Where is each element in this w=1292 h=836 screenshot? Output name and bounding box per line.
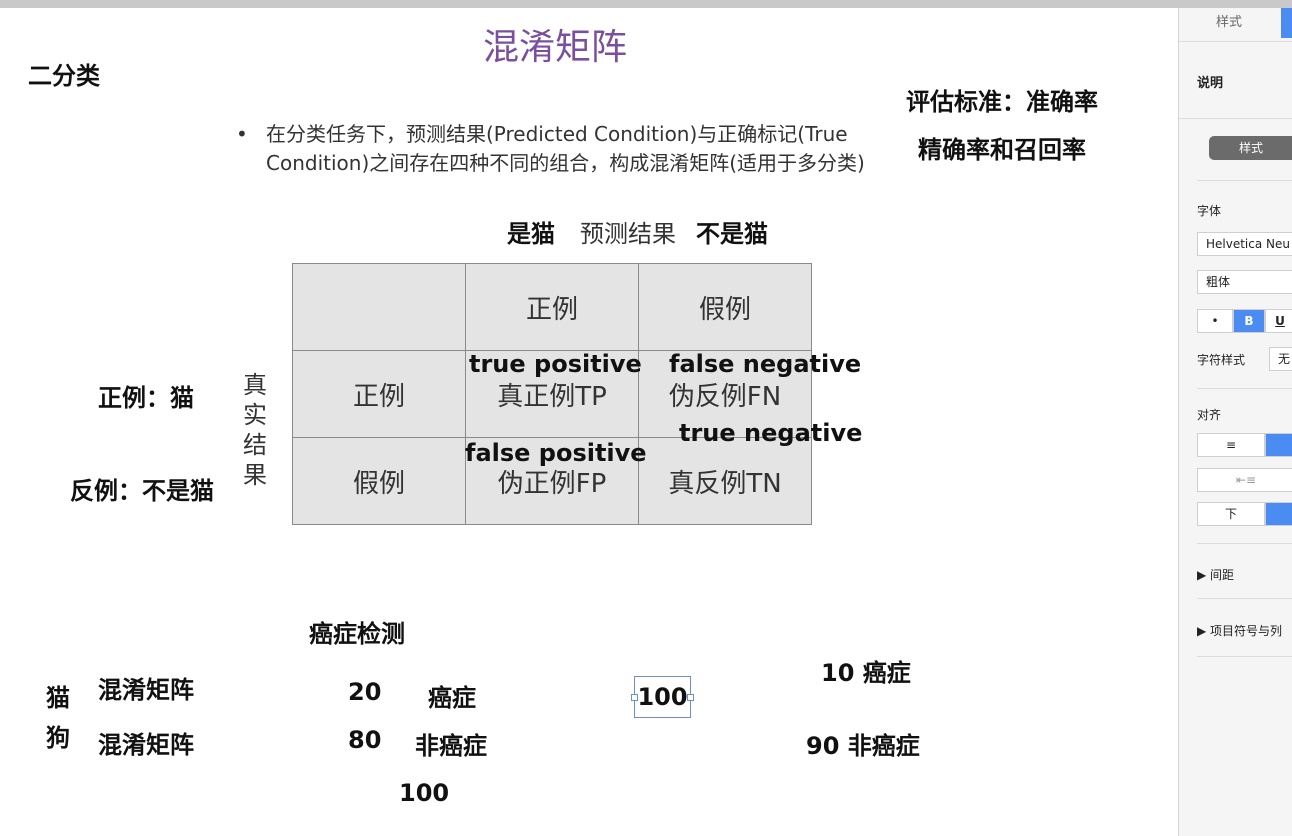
tp-english-label: true positive [469,350,642,378]
bold-toggle[interactable]: B [1233,309,1265,333]
font-section-label: 字体 [1197,204,1222,218]
row-header-negative: 假例 [292,437,466,525]
tab-text-active[interactable] [1281,8,1292,38]
positive-cat-label: 正例：猫 [98,384,194,412]
tab-style[interactable]: 样式 [1179,8,1279,38]
cat-label: 猫 [46,684,70,712]
cancer-label: 癌症 [428,684,476,712]
bullet-paragraph: • 在分类任务下，预测结果(Predicted Condition)与正确标记(… [236,120,886,178]
row-header-positive: 正例 [292,350,466,438]
valign-bottom-button[interactable]: 下 [1197,502,1265,526]
col-header-negative: 假例 [638,263,812,351]
align-left-button[interactable]: ≡ [1197,433,1265,457]
non-cancer-label: 非癌症 [415,732,487,760]
selected-text-value[interactable]: 100 [637,683,687,711]
divider [1197,180,1292,181]
truth-char: 实 [243,401,267,429]
count-80: 80 [348,726,382,754]
pred-yes-label: 是猫 [507,220,555,248]
underline-toggle[interactable]: U [1265,309,1292,333]
truth-char: 结 [243,431,267,459]
spacing-disclosure[interactable]: ▶ 间距 [1197,566,1234,583]
resize-handle-right[interactable] [687,694,694,701]
divider [1197,656,1292,657]
font-weight-select[interactable]: 粗体 [1197,270,1292,294]
inspector-panel: 样式 说明 样式 字体 Helvetica Neu 粗体 • B U 字符样式 … [1178,8,1292,836]
char-style-label: 字符样式 [1197,353,1246,367]
slide-title: 混淆矩阵 [482,27,627,68]
precision-recall-label: 精确率和召回率 [918,136,1086,164]
matrix-corner-cell [292,263,466,351]
cm-label-1: 混淆矩阵 [98,676,194,704]
cm-label-2: 混淆矩阵 [98,731,194,759]
fn-english-label: false negative [669,350,862,378]
negative-not-cat-label: 反例：不是猫 [70,477,214,505]
decrease-indent-button[interactable]: ⇤≡ [1197,468,1292,492]
fp-english-label: false positive [465,439,647,467]
truth-char: 果 [243,461,267,489]
binary-class-heading: 二分类 [28,62,100,90]
resize-handle-left[interactable] [631,694,638,701]
true-result-vertical-label: 真 实 结 果 [241,370,269,490]
char-style-select[interactable]: 无 [1269,347,1292,371]
cancer-10-label: 10 癌症 [821,659,911,687]
tn-english-label: true negative [679,419,863,447]
divider [1197,598,1292,599]
paragraph-style-button[interactable]: 样式 [1209,136,1292,160]
bullets-lists-disclosure[interactable]: ▶ 项目符号与列 [1197,622,1282,639]
col-header-positive: 正例 [465,263,639,351]
eval-criteria-accuracy: 评估标准：准确率 [906,88,1098,116]
more-options-button[interactable]: • [1197,309,1233,333]
inspector-section-title: 说明 [1197,76,1224,91]
bullet-dot: • [236,122,248,146]
font-family-select[interactable]: Helvetica Neu [1197,232,1292,256]
total-100: 100 [399,779,450,807]
table-row: 正例 假例 [292,263,812,351]
valign-selected-button[interactable] [1265,502,1292,526]
selected-text-box[interactable]: 100 [631,676,694,718]
divider [1179,41,1292,42]
slide-canvas[interactable]: 混淆矩阵 二分类 评估标准：准确率 精确率和召回率 • 在分类任务下，预测结果(… [0,8,1178,836]
dog-label: 狗 [46,724,70,752]
cell-tn: 真反例TN [638,437,812,525]
count-20: 20 [348,678,382,706]
window-top-strip [0,0,1292,8]
bullet-text: 在分类任务下，预测结果(Predicted Condition)与正确标记(Tr… [266,122,865,175]
divider [1197,388,1292,389]
pred-result-label: 预测结果 [580,220,676,248]
confusion-matrix-table[interactable]: 正例 假例 正例 真正例TP 伪反例FN 假例 伪正例FP 真反例TN [292,263,812,525]
align-center-button[interactable] [1265,433,1292,457]
inspector-tabs: 样式 [1179,8,1292,40]
divider [1197,543,1292,544]
divider [1179,118,1292,119]
pred-no-label: 不是猫 [696,220,768,248]
cancer-detect-heading: 癌症检测 [309,620,405,648]
truth-char: 真 [243,371,267,399]
non-cancer-90-label: 90 非癌症 [806,732,920,760]
align-section-label: 对齐 [1197,408,1222,422]
